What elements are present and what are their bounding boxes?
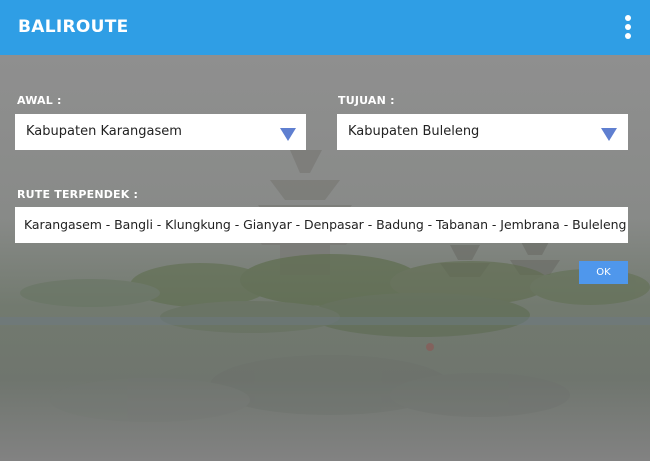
more-vertical-icon[interactable]: [618, 12, 638, 42]
route-label: RUTE TERPENDEK :: [17, 188, 139, 201]
start-label: AWAL :: [17, 94, 62, 107]
start-select-value: Kabupaten Karangasem: [26, 124, 182, 139]
caret-down-icon[interactable]: [601, 128, 617, 141]
route-value: Karangasem - Bangli - Klungkung - Gianya…: [24, 217, 627, 232]
destination-label: TUJUAN :: [338, 94, 395, 107]
app-title: BALIROUTE: [18, 17, 129, 37]
app-bar: BALIROUTE: [0, 0, 650, 55]
route-field[interactable]: Karangasem - Bangli - Klungkung - Gianya…: [15, 207, 628, 243]
start-select[interactable]: Kabupaten Karangasem: [15, 114, 306, 150]
destination-select[interactable]: Kabupaten Buleleng: [337, 114, 628, 150]
ok-button[interactable]: OK: [579, 261, 628, 284]
destination-select-value: Kabupaten Buleleng: [348, 124, 480, 139]
caret-down-icon[interactable]: [280, 128, 296, 141]
